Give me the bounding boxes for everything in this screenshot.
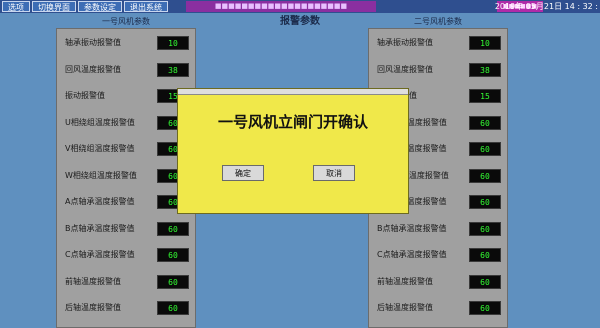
param-label: 前轴温度报警值 (377, 276, 433, 286)
param-label: W相绕组温度报警值 (65, 170, 137, 180)
fan2-param-row: B点轴承温度报警值 60 (369, 221, 509, 237)
fan1-param-row: 轴承振动报警值 10 (57, 35, 197, 51)
param-value-field[interactable]: 10 (469, 36, 501, 50)
param-value-field[interactable]: 60 (157, 301, 189, 315)
param-value-field[interactable]: 38 (469, 62, 501, 77)
param-value-field[interactable]: 60 (157, 274, 189, 289)
param-label: 轴承振动报警值 (65, 38, 121, 47)
param-value-field[interactable]: 15 (469, 89, 501, 103)
param-value-field[interactable]: 60 (469, 248, 501, 262)
dialog-message: 一号风机立闸门开确认 (217, 113, 368, 131)
fan1-parameter-panel: 一号风机参数 轴承振动报警值 10 回风温度报警值 38 振动报警值 15 U相绕组温度报警… (56, 17, 197, 328)
fan2-param-row: 前轴温度报警值 60 (369, 274, 509, 290)
fan1-param-row: W相绕组温度报警值 60 (57, 168, 197, 184)
param-value-field[interactable]: 60 (157, 221, 189, 236)
param-label: U相绕组温度报警值 (65, 117, 135, 127)
options-button[interactable]: 选项 (2, 1, 30, 12)
fan1-panel-title: 一号风机参数 (102, 17, 150, 26)
fan1-param-row: 回风温度报警值 38 (57, 62, 197, 78)
page-title: 报警参数 (280, 16, 320, 27)
datetime-display: 2019年 05月21日 14 : 32 : (494, 2, 598, 11)
fan1-param-row: 前轴温度报警值 60 (57, 274, 197, 290)
fan1-param-row: A点轴承温度报警值 60 (57, 194, 197, 210)
fan2-panel-title: 二号风机参数 (414, 17, 462, 26)
param-value-field[interactable]: 10 (157, 36, 189, 50)
fan2-param-row: 回风温度报警值 38 (369, 62, 509, 78)
fan1-param-row: V相绕组温度报警值 60 (57, 141, 197, 157)
param-label: 后轴温度报警值 (377, 303, 433, 312)
exit-system-button[interactable]: 退出系统 (124, 1, 168, 12)
fan2-param-row: C点轴承温度报警值 60 (369, 247, 509, 263)
param-label: C点轴承温度报警值 (65, 250, 135, 259)
param-label: 回风温度报警值 (377, 64, 433, 74)
param-value-field[interactable]: 60 (469, 274, 501, 289)
status-banner: ■■■■■■■■■■■■■■■■■■■■ (186, 1, 376, 12)
param-label: 振动报警值 (65, 91, 105, 100)
fan1-param-row: C点轴承温度报警值 60 (57, 247, 197, 263)
fan2-param-row: 后轴温度报警值 60 (369, 300, 509, 316)
param-label: C点轴承温度报警值 (377, 250, 447, 259)
fan1-param-row: B点轴承温度报警值 60 (57, 221, 197, 237)
param-value-field[interactable]: 60 (469, 115, 501, 130)
param-label: V相绕组温度报警值 (65, 144, 135, 153)
param-value-field[interactable]: 60 (157, 248, 189, 262)
fan2-param-row: 轴承振动报警值 10 (369, 35, 509, 51)
confirm-cancel-button[interactable]: 取消 (313, 165, 355, 181)
param-value-field[interactable]: 60 (469, 168, 501, 183)
confirm-dialog: 一号风机立闸门开确认 确定 取消 (177, 88, 409, 214)
param-value-field[interactable]: 60 (469, 195, 501, 209)
confirm-ok-button[interactable]: 确定 (222, 165, 264, 181)
param-label: 后轴温度报警值 (65, 303, 121, 312)
param-value-field[interactable]: 60 (469, 301, 501, 315)
param-value-field[interactable]: 60 (469, 221, 501, 236)
param-label: B点轴承温度报警值 (65, 223, 135, 233)
parameter-settings-button[interactable]: 参数设定 (78, 1, 122, 12)
fan1-param-row: 后轴温度报警值 60 (57, 300, 197, 316)
param-label: 轴承振动报警值 (377, 38, 433, 47)
fan1-param-row: U相绕组温度报警值 60 (57, 115, 197, 131)
fan1-param-row: 振动报警值 15 (57, 88, 197, 104)
param-value-field[interactable]: 38 (157, 62, 189, 77)
param-label: 前轴温度报警值 (65, 276, 121, 286)
param-label: A点轴承温度报警值 (65, 197, 135, 206)
dialog-titlebar (178, 89, 408, 95)
switch-screen-button[interactable]: 切换界面 (32, 1, 76, 12)
param-label: B点轴承温度报警值 (377, 223, 447, 233)
param-label: 回风温度报警值 (65, 64, 121, 74)
param-value-field[interactable]: 60 (469, 142, 501, 156)
